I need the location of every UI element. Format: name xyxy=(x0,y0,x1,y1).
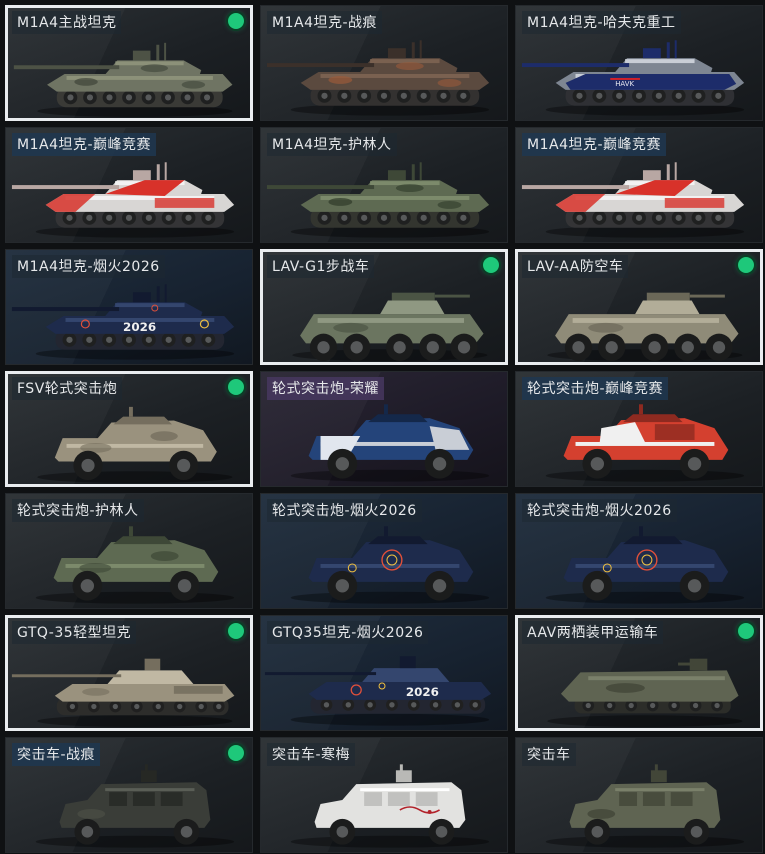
vehicle-card-11[interactable]: 轮式突击炮-荣耀 xyxy=(260,371,508,487)
vehicle-image xyxy=(266,40,490,116)
vehicle-image: HAVK xyxy=(521,40,745,116)
vehicle-card-13[interactable]: 轮式突击炮-护林人 xyxy=(5,493,253,609)
vehicle-name: M1A4坦克-巅峰竞赛 xyxy=(522,133,667,156)
vehicle-name: M1A4坦克-烟火2026 xyxy=(12,255,165,278)
vehicle-name: 轮式突击炮-巅峰竞赛 xyxy=(522,377,669,400)
vehicle-card-18[interactable]: AAV两栖装甲运输车 xyxy=(515,615,763,731)
vehicle-card-17[interactable]: GTQ35坦克-烟火2026 2026 xyxy=(260,615,508,731)
vehicle-name: M1A4坦克-战痕 xyxy=(267,11,383,34)
vehicle-skin-grid: M1A4主战坦克 M1A4坦克-战痕 M1A4坦克-哈夫克重工 HAVK M1A… xyxy=(0,0,765,854)
vehicle-card-1[interactable]: M1A4主战坦克 xyxy=(5,5,253,121)
vehicle-card-3[interactable]: M1A4坦克-哈夫克重工 HAVK xyxy=(515,5,763,121)
vehicle-card-20[interactable]: 突击车-寒梅 xyxy=(260,737,508,853)
vehicle-name: LAV-AA防空车 xyxy=(522,255,629,278)
svg-text:2026: 2026 xyxy=(123,320,156,334)
vehicle-name: M1A4坦克-护林人 xyxy=(267,133,397,156)
vehicle-image xyxy=(521,162,745,238)
vehicle-image xyxy=(547,292,743,361)
vehicle-name: M1A4坦克-巅峰竞赛 xyxy=(12,133,157,156)
vehicle-name: FSV轮式突击炮 xyxy=(12,377,123,400)
equipped-indicator-icon xyxy=(228,745,244,761)
vehicle-name: 突击车-寒梅 xyxy=(267,743,356,766)
vehicle-card-12[interactable]: 轮式突击炮-巅峰竞赛 xyxy=(515,371,763,487)
vehicle-card-10[interactable]: FSV轮式突击炮 xyxy=(5,371,253,487)
vehicle-name: 轮式突击炮-护林人 xyxy=(12,499,144,522)
vehicle-name: GTQ35坦克-烟火2026 xyxy=(267,621,429,644)
vehicle-name: 突击车-战痕 xyxy=(12,743,101,766)
vehicle-image xyxy=(11,658,235,727)
svg-text:2026: 2026 xyxy=(406,685,439,699)
equipped-indicator-icon xyxy=(738,257,754,273)
vehicle-image: 2026 xyxy=(11,284,235,360)
vehicle-card-8[interactable]: LAV-G1步战车 xyxy=(260,249,508,365)
vehicle-name: M1A4主战坦克 xyxy=(12,11,122,34)
vehicle-image xyxy=(545,526,745,604)
vehicle-name: 突击车 xyxy=(522,743,576,766)
vehicle-image xyxy=(37,406,233,483)
equipped-indicator-icon xyxy=(228,13,244,29)
vehicle-name: 轮式突击炮-烟火2026 xyxy=(522,499,677,522)
vehicle-name: 轮式突击炮-烟火2026 xyxy=(267,499,422,522)
vehicle-image xyxy=(266,162,490,238)
vehicle-card-5[interactable]: M1A4坦克-护林人 xyxy=(260,127,508,243)
equipped-indicator-icon xyxy=(228,379,244,395)
vehicle-card-14[interactable]: 轮式突击炮-烟火2026 xyxy=(260,493,508,609)
vehicle-image xyxy=(35,526,235,604)
vehicle-image xyxy=(292,292,488,361)
equipped-indicator-icon xyxy=(228,623,244,639)
vehicle-card-15[interactable]: 轮式突击炮-烟火2026 xyxy=(515,493,763,609)
vehicle-card-7[interactable]: M1A4坦克-烟火2026 2026 xyxy=(5,249,253,365)
vehicle-card-16[interactable]: GTQ-35轻型坦克 xyxy=(5,615,253,731)
vehicle-image: 2026 xyxy=(264,656,492,726)
equipped-indicator-icon xyxy=(738,623,754,639)
vehicle-image xyxy=(35,764,235,848)
vehicle-image xyxy=(545,764,745,848)
equipped-indicator-icon xyxy=(483,257,499,273)
vehicle-card-19[interactable]: 突击车-战痕 xyxy=(5,737,253,853)
vehicle-card-21[interactable]: 突击车 xyxy=(515,737,763,853)
vehicle-name: GTQ-35轻型坦克 xyxy=(12,621,137,644)
vehicle-name: 轮式突击炮-荣耀 xyxy=(267,377,385,400)
vehicle-name: LAV-G1步战车 xyxy=(267,255,375,278)
vehicle-image xyxy=(11,162,235,238)
vehicle-name: AAV两栖装甲运输车 xyxy=(522,621,664,644)
vehicle-card-2[interactable]: M1A4坦克-战痕 xyxy=(260,5,508,121)
vehicle-name: M1A4坦克-哈夫克重工 xyxy=(522,11,681,34)
vehicle-image xyxy=(547,658,743,727)
vehicle-image xyxy=(290,526,490,604)
svg-text:HAVK: HAVK xyxy=(615,80,634,88)
vehicle-image xyxy=(13,42,233,117)
vehicle-card-4[interactable]: M1A4坦克-巅峰竞赛 xyxy=(5,127,253,243)
vehicle-card-9[interactable]: LAV-AA防空车 xyxy=(515,249,763,365)
vehicle-card-6[interactable]: M1A4坦克-巅峰竞赛 xyxy=(515,127,763,243)
vehicle-image xyxy=(290,764,490,848)
vehicle-image xyxy=(290,404,490,482)
vehicle-image xyxy=(545,404,745,482)
